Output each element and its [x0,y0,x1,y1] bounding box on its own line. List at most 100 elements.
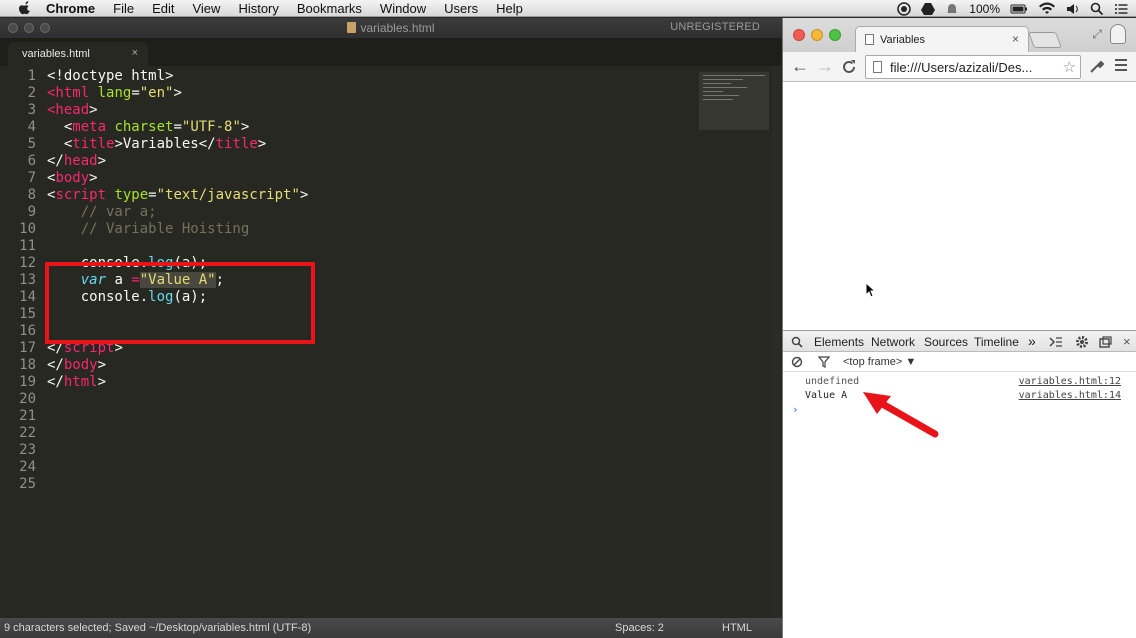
chrome-menu-icon[interactable] [1115,59,1127,74]
battery-icon[interactable] [1010,2,1028,16]
status-bar: 9 characters selected; Saved ~/Desktop/v… [0,618,782,638]
syntax-selector[interactable]: HTML [722,622,752,634]
forward-arrow-icon[interactable]: → [816,57,834,75]
line-number: 4 [27,119,36,135]
devtools-tab-network[interactable]: Network [871,335,915,349]
fullscreen-icon[interactable]: ⤢ [1092,27,1102,42]
line-number: 5 [27,136,36,152]
page-viewport[interactable] [783,82,1136,348]
line-number: 24 [19,459,36,475]
editor-scrollbar[interactable] [772,66,780,618]
code-line: <script type="text/javascript"> [47,187,309,203]
menu-bookmarks[interactable]: Bookmarks [297,1,362,16]
notification-center-icon[interactable] [1114,2,1128,16]
eyedropper-icon[interactable] [1089,58,1105,74]
clear-console-icon[interactable] [791,356,803,368]
red-arrow-annotation [863,392,939,438]
menu-history[interactable]: History [238,1,278,16]
search-icon[interactable] [1090,2,1104,16]
bookmark-star-icon[interactable]: ☆ [1063,58,1076,76]
window-title: variables.html [0,21,782,35]
menu-app-chrome[interactable]: Chrome [46,1,95,16]
settings-gear-icon[interactable] [1075,335,1089,349]
console-message: undefined [805,376,860,387]
chrome-tab-strip: Variables × ⤢ [783,18,1136,52]
console-drawer-icon[interactable] [1049,336,1063,348]
sublime-window: variables.html UNREGISTERED variables.ht… [0,18,782,638]
console-source-link[interactable]: variables.html:14 [1019,390,1121,401]
chrome-window: Variables × ⤢ ← → file:///Users/azizali/… [782,18,1136,638]
line-number: 9 [27,204,36,220]
reload-icon[interactable] [841,59,857,75]
console-source-link[interactable]: variables.html:12 [1019,376,1121,387]
frame-selector[interactable]: <top frame> ▼ [843,356,916,368]
apple-icon[interactable] [18,1,32,15]
indentation-setting[interactable]: Spaces: 2 [615,622,664,634]
inspect-search-icon[interactable] [791,336,803,348]
devtools-tab-sources[interactable]: Sources [924,335,968,349]
more-tabs-icon[interactable]: » [1028,333,1036,349]
devtools-tab-timeline[interactable]: Timeline [974,335,1019,349]
menu-window[interactable]: Window [380,1,426,16]
code-line: // var a; [47,204,157,220]
code-line: <body> [47,170,98,186]
line-number: 19 [19,374,36,390]
line-number-gutter: 1 2 3 4 5 6 7 8 9 10 11 12 13 14 15 16 1… [0,68,36,493]
console-row: undefined variables.html:12 [783,375,1136,389]
unregistered-label: UNREGISTERED [670,21,760,33]
menu-edit[interactable]: Edit [152,1,174,16]
address-bar[interactable]: file:///Users/azizali/Des... ☆ [865,55,1081,79]
highlight-box-annotation [45,262,315,344]
console-toolbar: <top frame> ▼ [783,352,1136,372]
zoom-window-button[interactable] [829,29,841,41]
code-line: // Variable Hoisting [47,221,250,237]
mouse-cursor-icon [865,282,875,298]
console-prompt-icon: › [792,403,799,416]
line-number: 10 [19,221,36,237]
devtools-tab-elements[interactable]: Elements [814,335,864,349]
menu-view[interactable]: View [192,1,220,16]
record-icon[interactable] [897,1,912,16]
line-number: 21 [19,408,36,424]
line-number: 22 [19,425,36,441]
filter-icon[interactable] [818,356,830,368]
line-number: 8 [27,187,36,203]
code-line: <!doctype html> [47,68,174,84]
menu-file[interactable]: File [113,1,134,16]
dock-icon[interactable] [1099,336,1112,348]
console-prompt-row[interactable]: › [783,403,1136,417]
console-message: Value A [805,390,848,401]
new-tab-button[interactable] [1028,32,1062,48]
status-message: 9 characters selected; Saved ~/Desktop/v… [4,622,312,634]
minimize-window-button[interactable] [811,29,823,41]
close-devtools-icon[interactable]: × [1123,334,1131,349]
devtools-panel: Elements Network Sources Timeline » × <t… [783,330,1136,638]
notification-bell-icon[interactable] [945,2,959,16]
tab-close-icon[interactable]: × [132,47,138,59]
file-icon [347,22,357,33]
code-line: </body> [47,357,107,373]
close-window-button[interactable] [793,29,805,41]
browser-tab-title: Variables [880,34,926,46]
browser-tab-variables[interactable]: Variables × [855,26,1029,52]
back-arrow-icon[interactable]: ← [791,57,809,75]
minimap[interactable] [699,72,769,130]
code-editor[interactable]: 1 2 3 4 5 6 7 8 9 10 11 12 13 14 15 16 1… [0,66,782,618]
user-profile-icon[interactable] [1110,24,1126,44]
drive-icon[interactable] [921,2,936,16]
page-icon [873,61,882,73]
wifi-icon[interactable] [1038,2,1056,16]
menu-bar: Chrome File Edit View History Bookmarks … [0,0,1136,17]
code-line: <html lang="en"> [47,85,182,101]
code-line: </head> [47,153,107,169]
line-number: 11 [19,238,36,254]
line-number: 16 [19,323,36,339]
tab-variables-html[interactable]: variables.html × [8,42,148,66]
menu-users[interactable]: Users [444,1,478,16]
tab-close-icon[interactable]: × [1012,32,1019,46]
menu-help[interactable]: Help [496,1,523,16]
code-line: <title>Variables</title> [47,136,267,152]
volume-icon[interactable] [1066,2,1080,16]
console-output[interactable]: undefined variables.html:12 Value A vari… [783,372,1136,417]
